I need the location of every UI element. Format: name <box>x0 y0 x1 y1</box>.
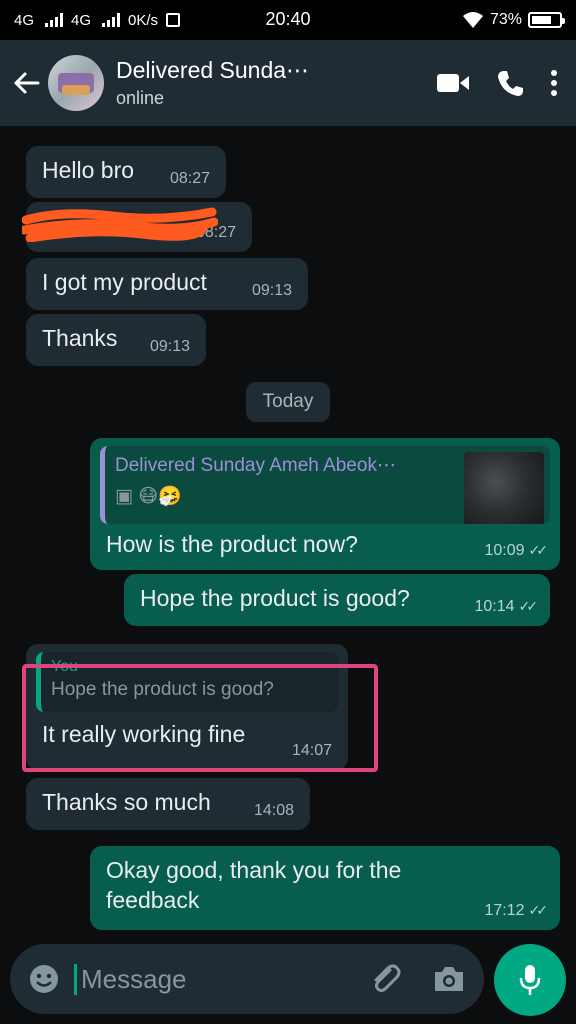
redaction-scribble <box>22 207 218 242</box>
message-incoming[interactable]: Thanks so much 14:08 <box>26 778 310 830</box>
message-time: 17:12 ✓✓ <box>484 902 549 920</box>
message-outgoing[interactable]: Hope the product is good? 10:14 ✓✓ <box>124 574 550 626</box>
signal-icon <box>102 13 121 27</box>
read-ticks-icon: ✓✓ <box>528 542 549 559</box>
screenshot-icon <box>166 13 181 27</box>
status-left: 4G 4G 0K/s <box>14 11 181 29</box>
data-speed: 0K/s <box>128 11 159 29</box>
message-time: 09:13 <box>251 282 292 300</box>
message-time: 10:14 ✓✓ <box>474 598 539 616</box>
emoji-icon[interactable] <box>28 963 60 995</box>
chat-area[interactable]: Hello bro 08:27 08:27 I got my product 0… <box>0 126 576 934</box>
quoted-author: Delivered Sunday Ameh Abeok⋯ <box>115 455 396 476</box>
input-bar <box>0 934 576 1024</box>
status-bar: 4G 4G 0K/s 20:40 73% <box>0 0 576 40</box>
chat-header: Delivered Sunda⋯ online <box>0 40 576 126</box>
message-incoming[interactable]: Hello bro 08:27 <box>26 146 226 198</box>
contact-status: online <box>116 88 165 108</box>
more-options-icon[interactable] <box>550 69 558 97</box>
message-text: Thanks so much <box>42 789 211 815</box>
message-incoming[interactable]: I got my product 09:13 <box>26 258 308 310</box>
message-text: Hope the product is good? <box>140 585 410 611</box>
voice-call-icon[interactable] <box>496 69 524 97</box>
status-right: 73% <box>462 11 565 29</box>
signal-icon <box>45 13 64 27</box>
network-label-2: 4G <box>71 11 92 29</box>
network-label-1: 4G <box>14 11 35 29</box>
wifi-icon <box>462 12 483 28</box>
message-text: Okay good, thank you for the feedback <box>106 857 402 913</box>
contact-info[interactable]: Delivered Sunda⋯ online <box>116 57 436 109</box>
message-time: 09:13 <box>149 338 190 356</box>
read-ticks-icon: ✓✓ <box>518 598 539 615</box>
message-input[interactable] <box>74 963 334 995</box>
camera-icon[interactable] <box>432 964 466 994</box>
battery-percent: 73% <box>489 11 522 28</box>
mic-icon <box>519 965 541 995</box>
back-arrow-icon[interactable] <box>10 63 44 103</box>
contact-name: Delivered Sunda⋯ <box>116 57 310 83</box>
message-outgoing[interactable]: Delivered Sunday Ameh Abeok⋯ ▣ 😷🤧 How is… <box>90 438 560 570</box>
read-ticks-icon: ✓✓ <box>528 902 549 919</box>
highlight-box <box>22 664 378 772</box>
message-text: I got my product <box>42 269 207 295</box>
message-incoming[interactable]: Thanks 09:13 <box>26 314 206 366</box>
battery-icon <box>528 12 565 28</box>
message-time: 10:09 ✓✓ <box>484 542 549 560</box>
attach-icon[interactable] <box>368 962 402 996</box>
video-call-icon[interactable] <box>436 72 470 94</box>
message-text: How is the product now? <box>106 531 358 557</box>
message-text: Thanks <box>42 325 118 351</box>
message-text: Hello bro <box>42 157 135 183</box>
quoted-message[interactable]: Delivered Sunday Ameh Abeok⋯ ▣ 😷🤧 <box>100 446 550 524</box>
mic-button[interactable] <box>494 944 566 1016</box>
avatar[interactable] <box>48 55 104 111</box>
message-time: 14:08 <box>253 802 294 820</box>
quoted-thumbnail <box>464 452 544 524</box>
date-divider: Today <box>246 382 330 422</box>
message-time: 08:27 <box>169 170 210 188</box>
message-outgoing[interactable]: Okay good, thank you for the feedback 17… <box>90 846 560 930</box>
message-field[interactable] <box>10 944 484 1014</box>
